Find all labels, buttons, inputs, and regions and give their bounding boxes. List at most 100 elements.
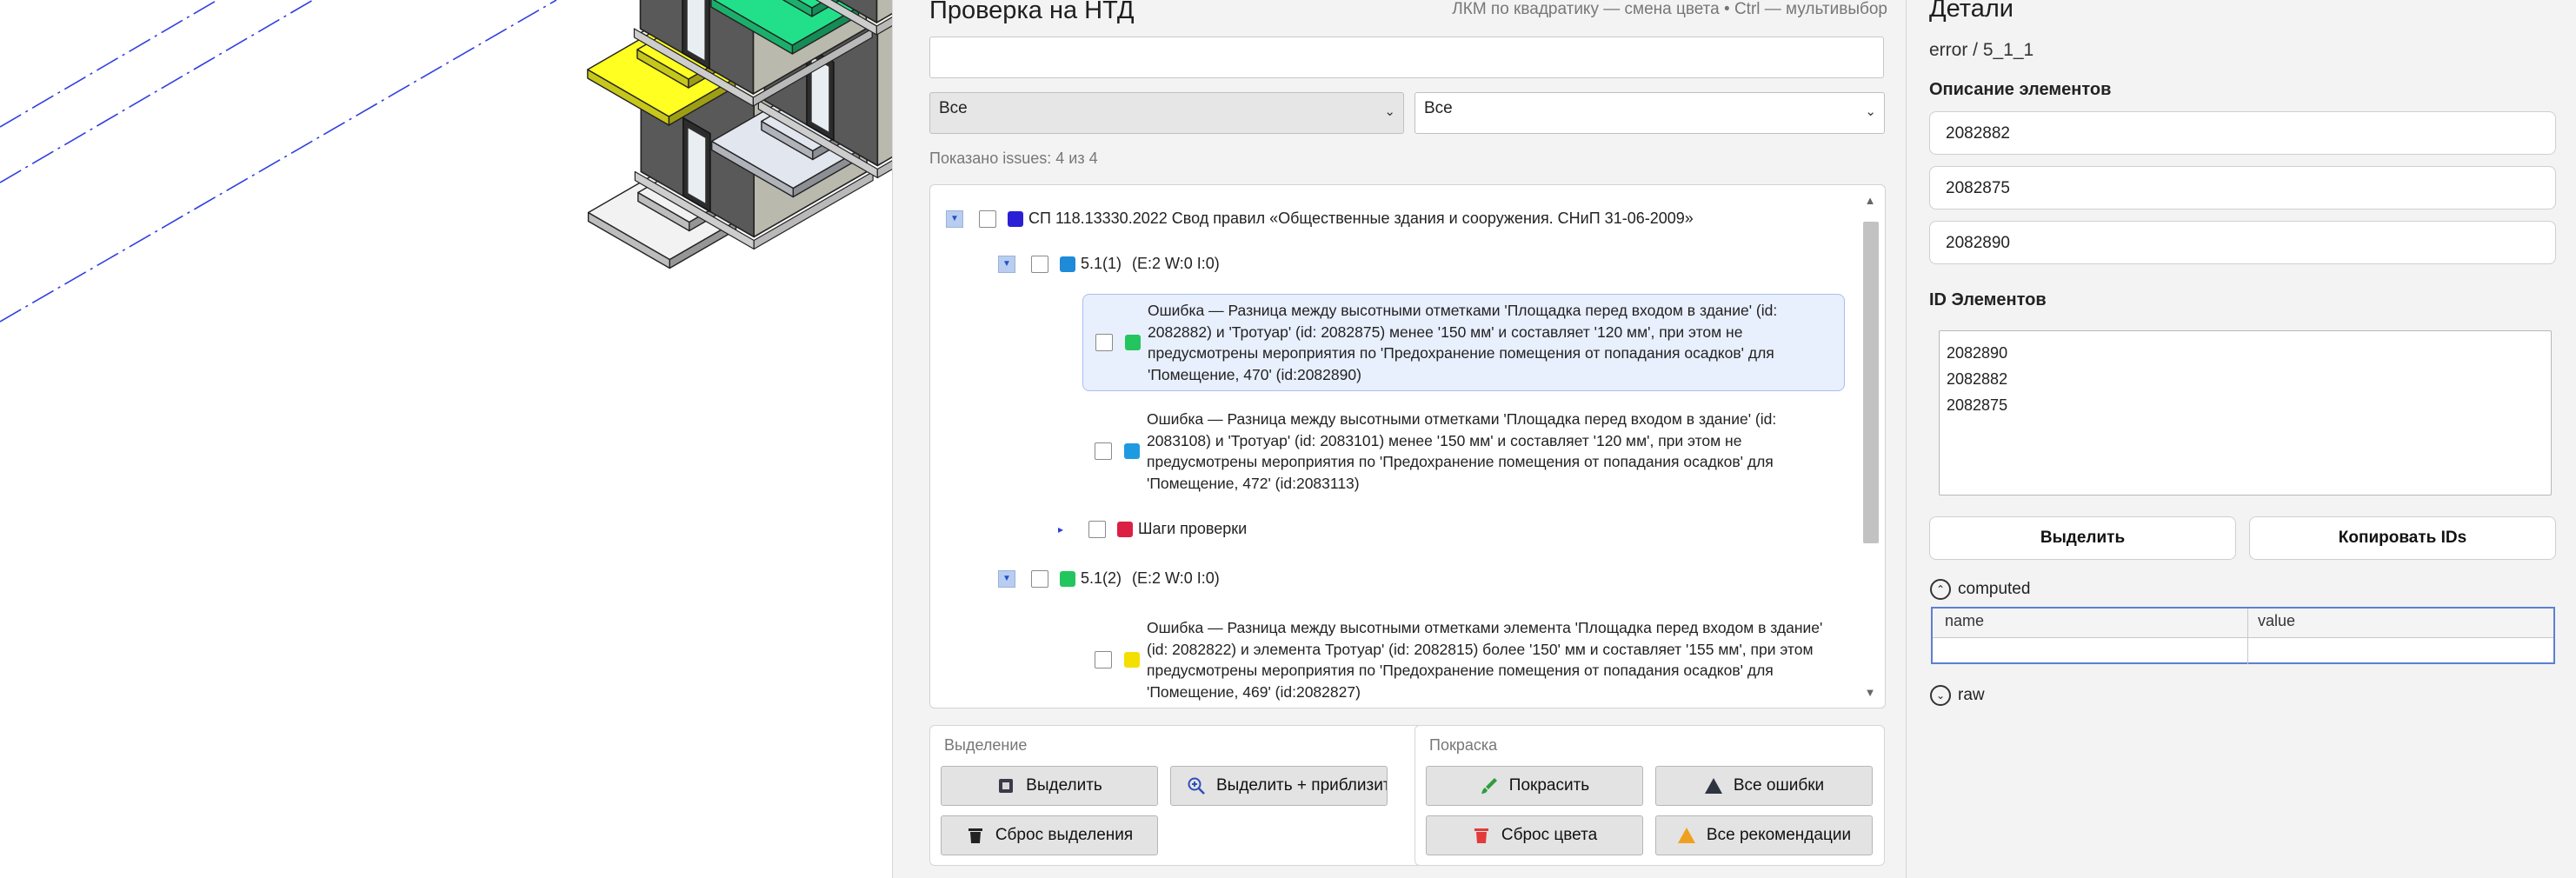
- building-top-right-door-glass: [687, 126, 707, 205]
- checkbox[interactable]: [1031, 569, 1048, 588]
- all-errors-button-label: Все ошибки: [1733, 776, 1825, 795]
- scroll-down-icon[interactable]: ▼: [1860, 686, 1880, 699]
- element-field[interactable]: 2082875: [1929, 166, 2556, 210]
- trash-red-icon: [1472, 826, 1491, 845]
- element-ids-label: ID Элементов: [1929, 290, 2047, 309]
- reset-selection-button[interactable]: Сброс выделения: [941, 815, 1158, 855]
- paint-group-title: Покраска: [1429, 736, 1498, 754]
- element-field[interactable]: 2082890: [1929, 221, 2556, 264]
- all-recommendations-button[interactable]: Все рекомендации: [1655, 815, 1873, 855]
- details-title: Детали: [1929, 0, 2014, 23]
- scrollbar-thumb[interactable]: [1863, 222, 1879, 543]
- table-column-divider: [2247, 609, 2248, 664]
- chevron-up-icon[interactable]: ⌃: [1930, 579, 1951, 600]
- steps-label: Шаги проверки: [1138, 520, 1248, 537]
- table-header: [1933, 609, 2553, 638]
- paint-button[interactable]: Покрасить: [1426, 766, 1643, 806]
- all-errors-button[interactable]: Все ошибки: [1655, 766, 1873, 806]
- element-field[interactable]: 2082882: [1929, 111, 2556, 155]
- building-middle-right-door-glass: [686, 0, 706, 62]
- panel-title: Проверка на НТД: [929, 0, 1135, 24]
- tree-group-row[interactable]: ▼ 5.1(1) (E:2 W:0 I:0): [998, 255, 1220, 273]
- issue-text: Ошибка — Разница между высотными отметка…: [1147, 410, 1777, 492]
- chevron-down-icon[interactable]: ⌄: [1930, 685, 1951, 706]
- checkbox[interactable]: [1095, 442, 1112, 460]
- search-input[interactable]: [929, 37, 1884, 78]
- color-swatch[interactable]: [1124, 443, 1140, 459]
- expand-toggle-icon[interactable]: ▼: [998, 255, 1015, 273]
- filter-left-value: Все: [939, 99, 968, 117]
- reset-selection-button-label: Сброс выделения: [995, 826, 1134, 844]
- expand-toggle-icon[interactable]: ▸: [1052, 521, 1069, 538]
- issue-item-selected[interactable]: Ошибка — Разница между высотными отметка…: [1082, 294, 1845, 391]
- 3d-viewport[interactable]: [0, 0, 892, 878]
- filter-select-right[interactable]: Все ⌄: [1414, 92, 1885, 134]
- raw-label: raw: [1958, 686, 1985, 704]
- copy-ids-button[interactable]: Копировать IDs: [2249, 516, 2556, 560]
- group-label: 5.1(1): [1081, 255, 1122, 272]
- square-select-icon: [996, 776, 1015, 795]
- checkbox[interactable]: [1095, 651, 1112, 668]
- paint-button-label: Покрасить: [1508, 776, 1590, 795]
- tree-root-row[interactable]: ▼ СП 118.13330.2022 Свод правил «Обществ…: [946, 210, 1694, 228]
- axis-line: [0, 0, 218, 128]
- group-label: 5.1(2): [1081, 569, 1122, 587]
- selection-group: Выделение Выделить Выделить + приблизить…: [929, 725, 1423, 866]
- group-stats: (E:2 W:0 I:0): [1132, 255, 1220, 272]
- tree-group-row[interactable]: ▼ 5.1(2) (E:2 W:0 I:0): [998, 569, 1220, 588]
- paint-group: Покраска Покрасить Все ошибки Сброс цвет…: [1414, 725, 1885, 866]
- element-ids-textarea[interactable]: 2082890 2082882 2082875: [1939, 330, 2552, 496]
- computed-toggle[interactable]: ⌃ computed: [1930, 579, 2030, 600]
- check-panel: Проверка на НТД ЛКМ по квадратику — смен…: [892, 0, 1906, 878]
- expand-toggle-icon[interactable]: ▼: [946, 210, 963, 228]
- all-recommendations-button-label: Все рекомендации: [1706, 826, 1852, 844]
- axis-line: [0, 0, 557, 323]
- details-select-button[interactable]: Выделить: [1929, 516, 2236, 560]
- checkbox[interactable]: [1031, 255, 1048, 273]
- elements-description-label: Описание элементов: [1929, 80, 2112, 99]
- tree-root-label: СП 118.13330.2022 Свод правил «Обществен…: [1028, 210, 1694, 227]
- steps-row[interactable]: ▸ Шаги проверки: [1052, 520, 1247, 538]
- select-zoom-button-label: Выделить + приблизить: [1216, 776, 1388, 795]
- expand-toggle-icon[interactable]: ▼: [998, 569, 1015, 588]
- color-swatch[interactable]: [1124, 652, 1140, 668]
- select-button-label: Выделить: [1026, 776, 1102, 795]
- element-ids-text: 2082890 2082882 2082875: [1947, 344, 2008, 414]
- filter-right-value: Все: [1424, 99, 1453, 117]
- select-button[interactable]: Выделить: [941, 766, 1158, 806]
- brush-icon: [1480, 776, 1499, 795]
- chevron-down-icon: ⌄: [1384, 104, 1395, 119]
- color-swatch[interactable]: [1125, 335, 1141, 350]
- computed-table: name value: [1931, 607, 2555, 664]
- select-zoom-button[interactable]: Выделить + приблизить: [1170, 766, 1388, 806]
- checkbox[interactable]: [1095, 334, 1113, 351]
- issue-text: Ошибка — Разница между высотными отметка…: [1148, 302, 1778, 383]
- group-stats: (E:2 W:0 I:0): [1132, 569, 1220, 587]
- building-model-scene[interactable]: [0, 0, 892, 878]
- reset-color-button[interactable]: Сброс цвета: [1426, 815, 1643, 855]
- raw-toggle[interactable]: ⌄ raw: [1930, 685, 1985, 706]
- chevron-down-icon: ⌄: [1865, 104, 1876, 119]
- table-header-value: value: [2258, 612, 2296, 629]
- panel-hint: ЛКМ по квадратику — смена цвета • Ctrl —…: [1452, 0, 1887, 18]
- scroll-up-icon[interactable]: ▲: [1860, 194, 1880, 207]
- issues-tree: ▼ СП 118.13330.2022 Свод правил «Обществ…: [929, 184, 1886, 708]
- details-panel: Детали error / 5_1_1 Описание элементов …: [1906, 0, 2576, 878]
- issue-item[interactable]: Ошибка — Разница между высотными отметка…: [1082, 611, 1845, 708]
- color-swatch[interactable]: [1060, 256, 1075, 272]
- color-swatch[interactable]: [1060, 570, 1075, 587]
- filter-select-left[interactable]: Все ⌄: [929, 92, 1404, 134]
- table-header-name: name: [1945, 612, 1985, 629]
- computed-label: computed: [1958, 580, 2031, 598]
- issue-text: Ошибка — Разница между высотными отметка…: [1147, 619, 1823, 701]
- issue-item[interactable]: Ошибка — Разница между высотными отметка…: [1082, 402, 1845, 500]
- reset-color-button-label: Сброс цвета: [1501, 826, 1598, 844]
- selection-group-title: Выделение: [944, 736, 1028, 754]
- tree-scrollbar[interactable]: ▲ ▼: [1860, 194, 1880, 702]
- triangle-dark-icon: [1704, 776, 1723, 795]
- color-swatch[interactable]: [1117, 521, 1133, 537]
- shown-count: Показано issues: 4 из 4: [929, 150, 1098, 167]
- checkbox[interactable]: [1088, 520, 1106, 538]
- checkbox[interactable]: [979, 210, 996, 228]
- color-swatch[interactable]: [1008, 210, 1023, 227]
